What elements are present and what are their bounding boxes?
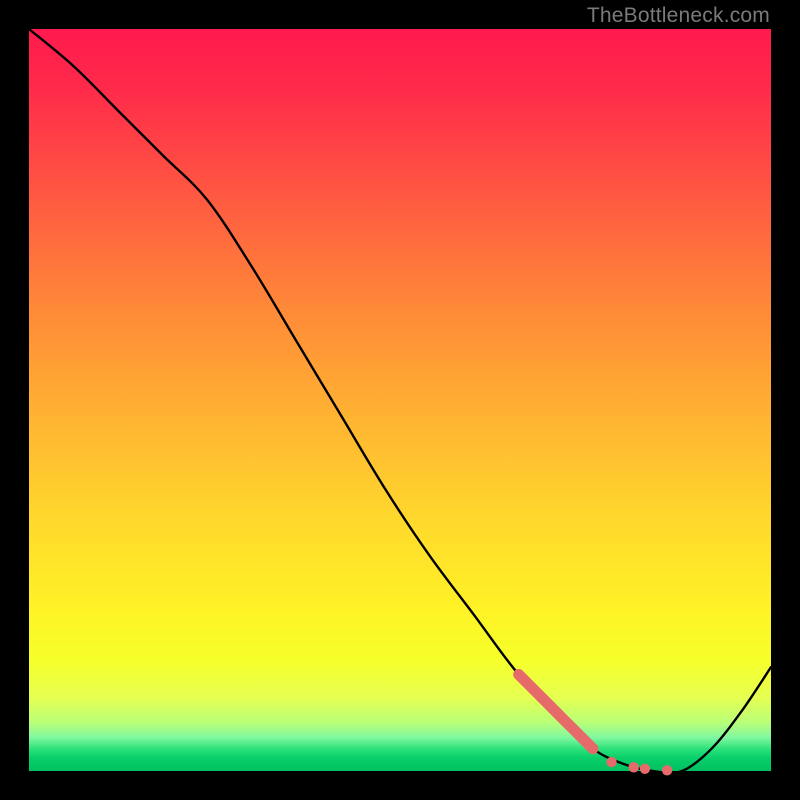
chart-frame: TheBottleneck.com (0, 0, 800, 800)
marker-dot (662, 765, 672, 775)
curve-svg (29, 29, 771, 771)
marker-dot (606, 757, 616, 767)
marker-dot (629, 762, 639, 772)
marker-band (519, 675, 593, 749)
plot-area (29, 29, 771, 771)
bottleneck-curve (29, 29, 771, 773)
watermark-text: TheBottleneck.com (587, 4, 770, 28)
marker-dot (640, 764, 650, 774)
